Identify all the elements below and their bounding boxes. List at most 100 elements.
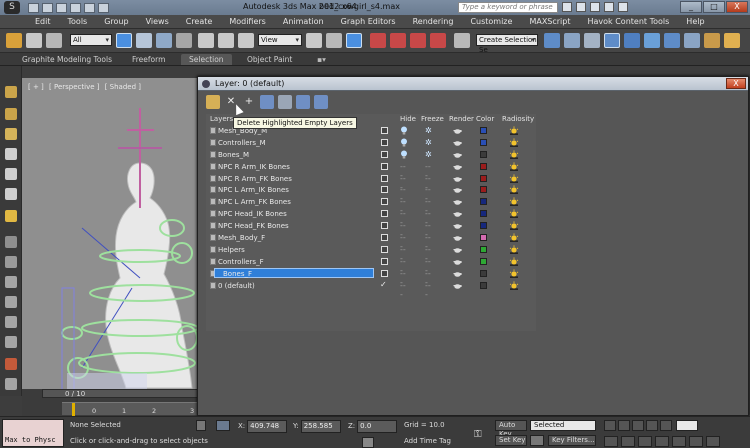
command-strip-tool-4-icon[interactable] (5, 148, 17, 160)
render-teapot-icon[interactable] (453, 245, 462, 254)
search-input[interactable]: Type a keyword or phrase (458, 2, 558, 13)
render-teapot-icon[interactable] (453, 209, 462, 218)
menu-graph-editors[interactable]: Graph Editors (341, 17, 396, 26)
column-header-layers[interactable]: Layers (210, 114, 233, 125)
freeze-toggle-off-icon[interactable]: --- (425, 162, 433, 180)
current-layer-checkbox[interactable] (381, 127, 388, 134)
pan-icon[interactable] (672, 436, 686, 447)
menu-maxscript[interactable]: MAXScript (529, 17, 570, 26)
radiosity-sun-icon[interactable] (509, 138, 519, 147)
layer-row[interactable]: NPC L Arm_IK Bones --- --- (206, 184, 536, 203)
select-and-scale-icon[interactable] (238, 33, 254, 48)
current-layer-checkbox[interactable] (381, 138, 388, 146)
menu-help[interactable]: Help (686, 17, 704, 26)
minimize-button[interactable]: _ (680, 1, 702, 13)
render-teapot-icon[interactable] (453, 150, 462, 159)
menu-animation[interactable]: Animation (283, 17, 324, 26)
layer-color-swatch[interactable] (480, 234, 487, 242)
communication-center-icon[interactable] (590, 2, 600, 12)
layer-color-swatch[interactable] (480, 257, 487, 265)
command-strip-tool-7-icon[interactable] (5, 210, 17, 222)
hide-unhide-all-icon[interactable] (296, 95, 310, 109)
column-header-radiosity[interactable]: Radiosity (502, 114, 534, 125)
layer-name[interactable]: NPC Head_IK Bones (218, 209, 287, 219)
current-layer-checkbox[interactable] (381, 186, 388, 194)
layer-row[interactable]: Bones_F --- --- (206, 267, 536, 287)
select-and-move-icon[interactable] (198, 33, 214, 48)
current-frame-field[interactable] (676, 420, 698, 431)
menu-modifiers[interactable]: Modifiers (229, 17, 266, 26)
zoom-all-icon[interactable] (621, 436, 635, 447)
radiosity-sun-icon[interactable] (509, 233, 519, 242)
layer-row[interactable]: NPC Head_IK Bones --- --- (206, 208, 536, 227)
command-strip-tool-10-icon[interactable] (5, 276, 17, 288)
layer-name[interactable]: Mesh_Body_F (218, 233, 265, 243)
radiosity-sun-icon[interactable] (509, 269, 519, 278)
radiosity-sun-icon[interactable] (509, 281, 519, 290)
column-header-render[interactable]: Render (449, 114, 474, 125)
command-strip-tool-13-icon[interactable] (5, 336, 17, 348)
physx-icon[interactable] (5, 128, 17, 140)
current-layer-checkbox[interactable] (381, 162, 388, 170)
command-strip-tool-14-icon[interactable] (5, 358, 17, 370)
command-strip-tool-11-icon[interactable] (5, 296, 17, 308)
hide-lightbulb-icon[interactable] (400, 150, 408, 159)
freeze-toggle-off-icon[interactable]: --- (425, 257, 433, 275)
absolute-mode-icon[interactable] (216, 420, 230, 431)
render-teapot-icon[interactable] (453, 257, 462, 266)
tab-graphite-modeling-tools[interactable]: Graphite Modeling Tools (22, 54, 112, 65)
radiosity-sun-icon[interactable] (509, 257, 519, 266)
named-selection-set-dropdown[interactable]: Create Selection Se (476, 34, 538, 54)
layer-row[interactable]: 0 (default) ✓ --- --- (206, 280, 536, 299)
layer-row[interactable]: Helpers --- --- (206, 244, 536, 263)
zoom-extents-icon[interactable] (638, 436, 652, 447)
x-coordinate-field[interactable]: 409.748 (247, 420, 288, 433)
y-coordinate-field[interactable]: 258.585 (300, 420, 341, 433)
render-teapot-icon[interactable] (453, 197, 462, 206)
schematic-view-icon[interactable] (644, 33, 660, 48)
mirror-icon[interactable] (544, 33, 560, 48)
viewport-shading-menu[interactable]: [ Shaded ] (105, 83, 141, 91)
orbit-icon[interactable] (689, 436, 703, 447)
render-teapot-icon[interactable] (453, 185, 462, 194)
freeze-toggle-off-icon[interactable]: --- (425, 233, 433, 251)
layer-row[interactable]: NPC Head_FK Bones --- --- (206, 220, 536, 239)
layer-name[interactable]: NPC R Arm_IK Bones (218, 162, 290, 172)
select-highlighted-objects-icon[interactable] (260, 95, 274, 109)
hide-toggle-off-icon[interactable]: --- (400, 162, 408, 180)
radiosity-sun-icon[interactable] (509, 126, 519, 135)
layer-name[interactable]: NPC Head_FK Bones (218, 221, 289, 231)
maximize-viewport-icon[interactable] (706, 436, 720, 447)
rendered-frame-window-icon[interactable] (704, 33, 720, 48)
freeze-toggle-off-icon[interactable]: --- (425, 174, 433, 192)
current-layer-check-icon[interactable]: ✓ (380, 280, 387, 289)
go-to-end-icon[interactable] (660, 420, 672, 431)
help-icon[interactable] (618, 2, 628, 12)
layer-row[interactable]: NPC L Arm_FK Bones --- --- (206, 196, 536, 215)
layer-color-swatch[interactable] (480, 222, 487, 230)
select-highlighted-layers-icon[interactable] (278, 95, 292, 109)
hide-toggle-off-icon[interactable]: --- (400, 269, 408, 287)
viewport-plus-menu[interactable]: [ + ] (28, 83, 44, 91)
freeze-toggle-off-icon[interactable]: --- (425, 281, 433, 299)
radiosity-sun-icon[interactable] (509, 197, 519, 207)
layer-color-swatch[interactable] (480, 162, 487, 170)
current-layer-checkbox[interactable] (381, 269, 388, 277)
layer-row[interactable]: Controllers_F --- --- (206, 256, 536, 275)
spinner-snap-icon[interactable] (430, 33, 446, 48)
freeze-toggle-off-icon[interactable]: --- (425, 185, 433, 203)
freeze-toggle-off-icon[interactable]: --- (425, 221, 433, 239)
command-strip-tool-12-icon[interactable] (5, 316, 17, 328)
render-teapot-icon[interactable] (453, 233, 462, 242)
hide-toggle-off-icon[interactable]: --- (400, 197, 408, 215)
layer-manager-icon[interactable] (584, 33, 600, 48)
layer-row[interactable]: Controllers_M ✲ (206, 137, 536, 149)
favorites-star-icon[interactable] (604, 2, 614, 12)
radiosity-sun-icon[interactable] (509, 174, 519, 183)
add-to-layer-icon[interactable]: + (242, 95, 256, 109)
hide-toggle-off-icon[interactable]: --- (400, 233, 408, 251)
column-header-color[interactable]: Color (476, 114, 494, 125)
layer-color-swatch[interactable] (480, 174, 487, 182)
current-layer-checkbox[interactable] (381, 257, 388, 265)
app-logo-icon[interactable]: S (4, 1, 20, 14)
